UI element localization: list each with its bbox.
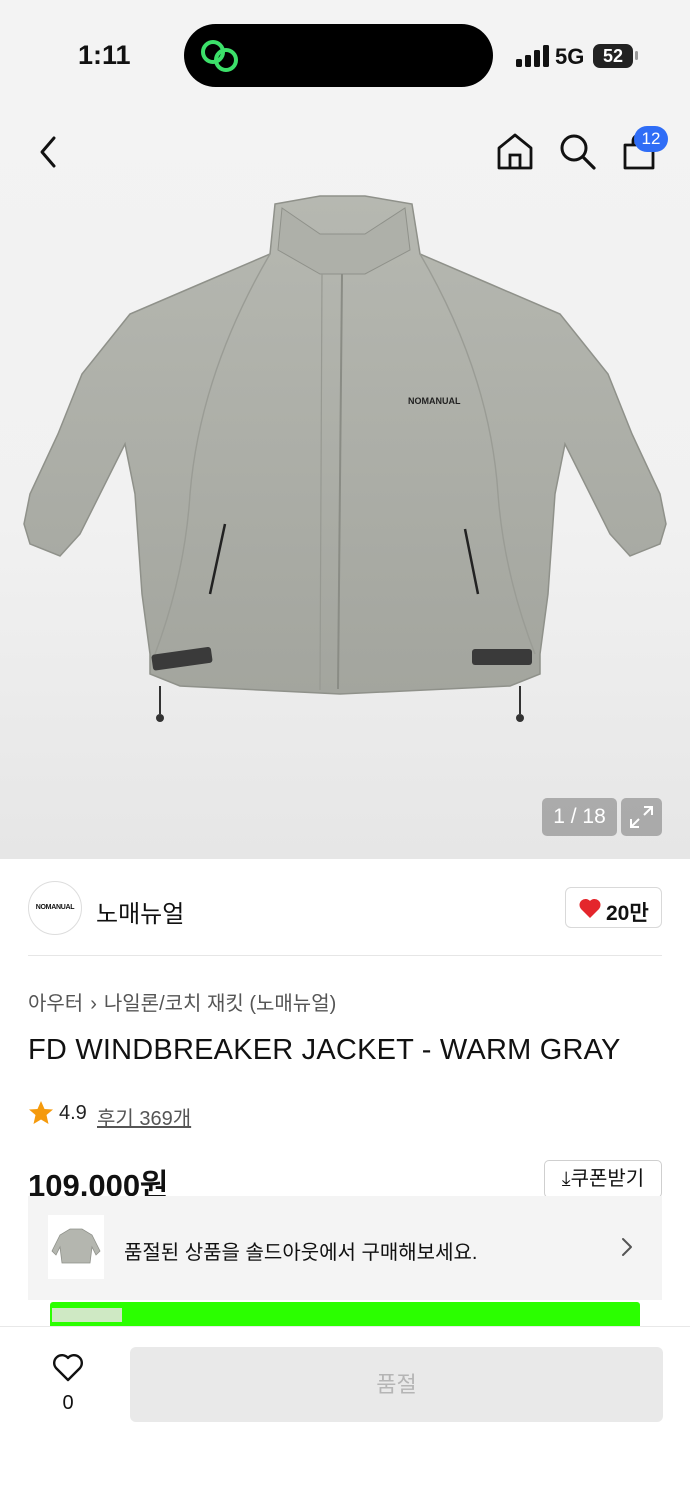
- product-gallery[interactable]: 12 NOMANUAL 1 / 18: [0, 110, 690, 859]
- battery-cap: [635, 51, 638, 60]
- banner-thumbnail: [48, 1215, 104, 1279]
- dynamic-island: [184, 24, 493, 87]
- banner-text: 품절된 상품을 솔드아웃에서 구매해보세요.: [124, 1242, 478, 1264]
- coupon-label: 쿠폰받기: [570, 1168, 645, 1190]
- brand-row: NOMANUAL 노매뉴얼 20만: [0, 859, 690, 957]
- breadcrumb-item-outer[interactable]: 아우터: [28, 993, 83, 1015]
- signal-icon: [516, 45, 549, 67]
- bottom-action-bar: 0 품절: [0, 1326, 690, 1500]
- search-icon[interactable]: [556, 130, 598, 172]
- heart-filled-icon: [579, 898, 601, 918]
- promo-thumbnail: [52, 1308, 122, 1322]
- brand-like-count: 20만: [606, 902, 649, 925]
- rating-score: 4.9: [59, 1102, 87, 1124]
- brand-like-button[interactable]: 20만: [565, 887, 662, 928]
- review-link[interactable]: 후기 369개: [97, 1102, 191, 1131]
- expand-icon[interactable]: [621, 798, 662, 836]
- wishlist-count: 0: [62, 1392, 74, 1414]
- promo-banner[interactable]: [50, 1302, 640, 1326]
- breadcrumb: 아우터 › 나일론/코치 재킷 (노매뉴얼): [28, 987, 336, 1016]
- image-counter: 1 / 18: [542, 798, 617, 836]
- cart-count-badge: 12: [634, 126, 668, 152]
- coupon-download-button[interactable]: ⤓쿠폰받기: [544, 1160, 662, 1198]
- brand-logo[interactable]: NOMANUAL: [28, 881, 82, 935]
- status-time: 1:11: [78, 40, 131, 70]
- divider: [28, 955, 662, 956]
- breadcrumb-item-category[interactable]: 나일론/코치 재킷 (노매뉴얼): [104, 993, 336, 1015]
- network-type: 5G: [555, 44, 585, 69]
- heart-outline-icon: [53, 1354, 83, 1382]
- star-icon: [29, 1101, 53, 1124]
- soldout-banner[interactable]: 품절된 상품을 솔드아웃에서 구매해보세요.: [28, 1196, 662, 1300]
- home-icon[interactable]: [494, 130, 536, 172]
- product-title: FD WINDBREAKER JACKET - WARM GRAY: [28, 1034, 621, 1066]
- jacket-chest-logo: NOMANUAL: [408, 396, 461, 406]
- battery-icon: 52: [593, 44, 633, 68]
- brand-name[interactable]: 노매뉴얼: [96, 894, 184, 929]
- product-image[interactable]: NOMANUAL: [20, 194, 670, 734]
- status-bar: 1:11 5G 52: [0, 0, 690, 110]
- breadcrumb-separator: ›: [90, 993, 97, 1015]
- wishlist-button[interactable]: 0: [40, 1347, 96, 1417]
- download-icon: ⤓: [561, 1168, 571, 1190]
- app-link-icon: [201, 40, 238, 72]
- soldout-buy-button[interactable]: 품절: [130, 1347, 663, 1422]
- chevron-right-icon: [622, 1238, 632, 1256]
- back-chevron-icon[interactable]: [30, 132, 66, 172]
